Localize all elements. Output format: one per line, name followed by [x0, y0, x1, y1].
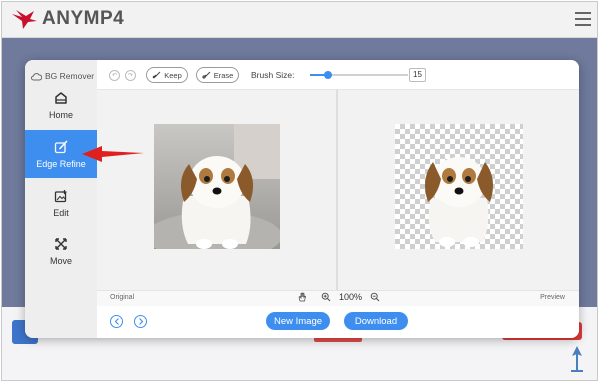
background-figure-icon [571, 346, 583, 372]
slider-handle[interactable] [323, 71, 332, 79]
move-icon [55, 237, 67, 250]
image-edit-icon [54, 189, 67, 202]
canvas-status-bar: Original 100% Preview [97, 290, 579, 306]
original-label: Original [110, 294, 135, 301]
hamburger-menu-icon[interactable] [575, 12, 591, 26]
red-callout-arrow-icon [82, 146, 144, 162]
hand-pan-icon[interactable] [297, 292, 307, 302]
edge-refine-icon [54, 140, 68, 153]
erase-brush-icon [202, 71, 211, 79]
preview-transparent-image [395, 124, 523, 249]
nav-item-home[interactable]: Home [25, 81, 97, 129]
zoom-level: 100% [339, 292, 363, 302]
keep-button[interactable]: Keep [146, 67, 188, 83]
keep-brush-icon [152, 71, 161, 79]
download-button[interactable]: Download [344, 312, 408, 330]
dialog-footer: New Image Download [97, 306, 579, 338]
nav-item-label: Edit [53, 207, 69, 218]
brush-size-input[interactable]: 15 [409, 68, 426, 82]
nav-item-move[interactable]: Move [25, 227, 97, 275]
previous-button[interactable] [110, 315, 123, 328]
bird-logo-icon [12, 10, 37, 29]
bg-remover-dialog: BG Remover Home Edge Refine Edit Move ↶ … [25, 60, 579, 338]
brush-size-label: Brush Size: [251, 70, 295, 80]
home-icon [55, 91, 67, 104]
preview-canvas[interactable] [338, 90, 579, 290]
nav-item-label: Edge Refine [36, 158, 86, 169]
original-puppy-image [154, 124, 280, 249]
site-header: ANYMP4 [2, 2, 597, 38]
nav-item-edit[interactable]: Edit [25, 179, 97, 227]
cloud-image-icon [31, 72, 42, 80]
chevron-right-icon [138, 318, 143, 325]
original-canvas[interactable] [97, 90, 336, 290]
editor-toolbar: ↶ ↷ Keep Erase Brush Size: 15 [97, 60, 579, 90]
preview-label: Preview [540, 294, 565, 301]
next-button[interactable] [134, 315, 147, 328]
nav-item-label: Home [48, 109, 73, 120]
brand-name: ANYMP4 [42, 8, 125, 29]
brush-size-slider[interactable] [310, 71, 408, 79]
redo-icon[interactable]: ↷ [125, 70, 136, 81]
zoom-in-icon[interactable] [321, 292, 331, 302]
nav-item-label: Move [49, 255, 72, 266]
tool-sidebar: BG Remover Home Edge Refine Edit Move [25, 60, 97, 338]
new-image-button[interactable]: New Image [266, 312, 330, 330]
erase-button[interactable]: Erase [196, 67, 239, 83]
browser-viewport: ANYMP4 BG Remover Home Edge Refine Edit … [1, 1, 598, 381]
chevron-left-icon [114, 318, 119, 325]
sidebar-title: BG Remover [31, 71, 94, 81]
undo-icon[interactable]: ↶ [109, 70, 120, 81]
zoom-controls: 100% [297, 292, 380, 302]
zoom-out-icon[interactable] [370, 292, 380, 302]
site-logo[interactable]: ANYMP4 [10, 8, 124, 30]
